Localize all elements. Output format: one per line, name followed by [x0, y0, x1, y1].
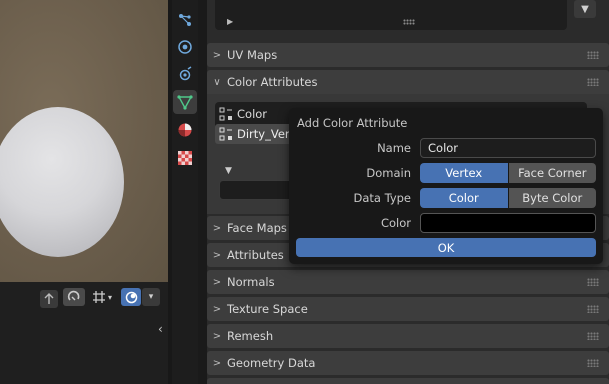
panel-uv-maps[interactable]: > UV Maps [207, 43, 609, 67]
data-type-option-byte-color[interactable]: Byte Color [508, 188, 596, 208]
chevron-right-icon: > [212, 330, 222, 342]
panel-title: Face Maps [227, 221, 287, 235]
drag-grip-icon[interactable] [587, 305, 599, 313]
panel-normals[interactable]: > Normals [207, 270, 609, 294]
name-label: Name [377, 141, 411, 155]
chevron-down-icon: ▾ [148, 292, 154, 302]
arrow-icon[interactable] [40, 290, 58, 308]
ok-button[interactable]: OK [296, 238, 596, 257]
panel-color-attributes[interactable]: ∨ Color Attributes [207, 70, 609, 94]
drag-grip-icon[interactable] [587, 332, 599, 340]
checker-icon [178, 151, 192, 165]
chevron-right-icon: > [212, 49, 222, 61]
list-item-label: Color [237, 107, 268, 121]
sphere-mesh [0, 107, 124, 257]
properties-tab-bar [172, 0, 198, 384]
texture-tab[interactable] [173, 146, 197, 170]
domain-selector: Vertex Face Corner [420, 163, 596, 183]
panel-title: Color Attributes [227, 75, 318, 89]
snap-icon[interactable] [63, 288, 85, 306]
chevron-right-icon: > [212, 303, 222, 315]
panel-title: Normals [227, 275, 275, 289]
panel-next[interactable] [207, 378, 609, 384]
constraints-tab[interactable] [173, 62, 197, 86]
panel-title: Texture Space [227, 302, 308, 316]
specials-menu-button[interactable]: ▼ [574, 0, 596, 18]
name-field[interactable]: Color [420, 138, 596, 158]
viewport-header: ▾ ▾ [0, 282, 168, 384]
drag-grip-icon[interactable] [587, 78, 599, 86]
tab-separator [198, 0, 207, 384]
drag-grip-icon[interactable] [587, 51, 599, 59]
constraint-icon [179, 66, 192, 81]
vertex-groups-list[interactable]: ▶ [215, 0, 567, 30]
panel-title: Remesh [227, 329, 274, 343]
expand-triangle-icon[interactable]: ▼ [225, 166, 232, 176]
overlay-icon[interactable] [121, 288, 141, 306]
panel-title: Geometry Data [227, 356, 316, 370]
material-sphere-icon [178, 123, 192, 137]
physics-icon [178, 40, 192, 54]
chevron-right-icon: > [212, 357, 222, 369]
modifier-graph-icon [179, 14, 191, 26]
domain-option-face-corner[interactable]: Face Corner [508, 163, 596, 183]
chevron-right-icon: > [212, 222, 222, 234]
particles-tab[interactable] [173, 8, 197, 32]
drag-grip-icon[interactable] [587, 278, 599, 286]
chevron-down-icon: ∨ [213, 76, 221, 88]
collapse-arrow-icon[interactable]: ‹ [158, 322, 163, 336]
data-tab[interactable] [173, 90, 197, 114]
transform-pivot-icon[interactable]: ▾ [88, 288, 116, 306]
drag-grip-icon[interactable] [587, 359, 599, 367]
color-attribute-icon [215, 127, 237, 141]
add-color-attribute-popup: Add Color Attribute Name Color Domain Ve… [289, 108, 603, 264]
list-item-label: Dirty_Ver [237, 127, 290, 141]
popup-title: Add Color Attribute [297, 116, 408, 130]
chevron-right-icon: > [212, 249, 222, 261]
panel-remesh[interactable]: > Remesh [207, 324, 609, 348]
vertex-data-icon [177, 95, 193, 110]
overlay-dropdown-button[interactable]: ▾ [142, 288, 160, 306]
panel-geometry-data[interactable]: > Geometry Data [207, 351, 609, 375]
list-resize-grip[interactable] [403, 19, 415, 25]
data-type-label: Data Type [353, 191, 411, 205]
expand-triangle-icon[interactable]: ▶ [227, 17, 233, 26]
material-tab[interactable] [173, 118, 197, 142]
chevron-down-icon: ▼ [581, 3, 589, 15]
color-attribute-icon [215, 107, 237, 121]
physics-tab[interactable] [173, 35, 197, 59]
panel-title: Attributes [227, 248, 284, 262]
chevron-down-icon: ▾ [107, 292, 112, 302]
color-swatch[interactable] [420, 213, 596, 233]
panel-texture-space[interactable]: > Texture Space [207, 297, 609, 321]
domain-label: Domain [366, 166, 411, 180]
chevron-right-icon: > [212, 276, 222, 288]
color-label: Color [380, 216, 411, 230]
panel-title: UV Maps [227, 48, 278, 62]
data-type-option-color[interactable]: Color [420, 188, 508, 208]
3d-viewport[interactable] [0, 0, 168, 282]
data-type-selector: Color Byte Color [420, 188, 596, 208]
domain-option-vertex[interactable]: Vertex [420, 163, 508, 183]
